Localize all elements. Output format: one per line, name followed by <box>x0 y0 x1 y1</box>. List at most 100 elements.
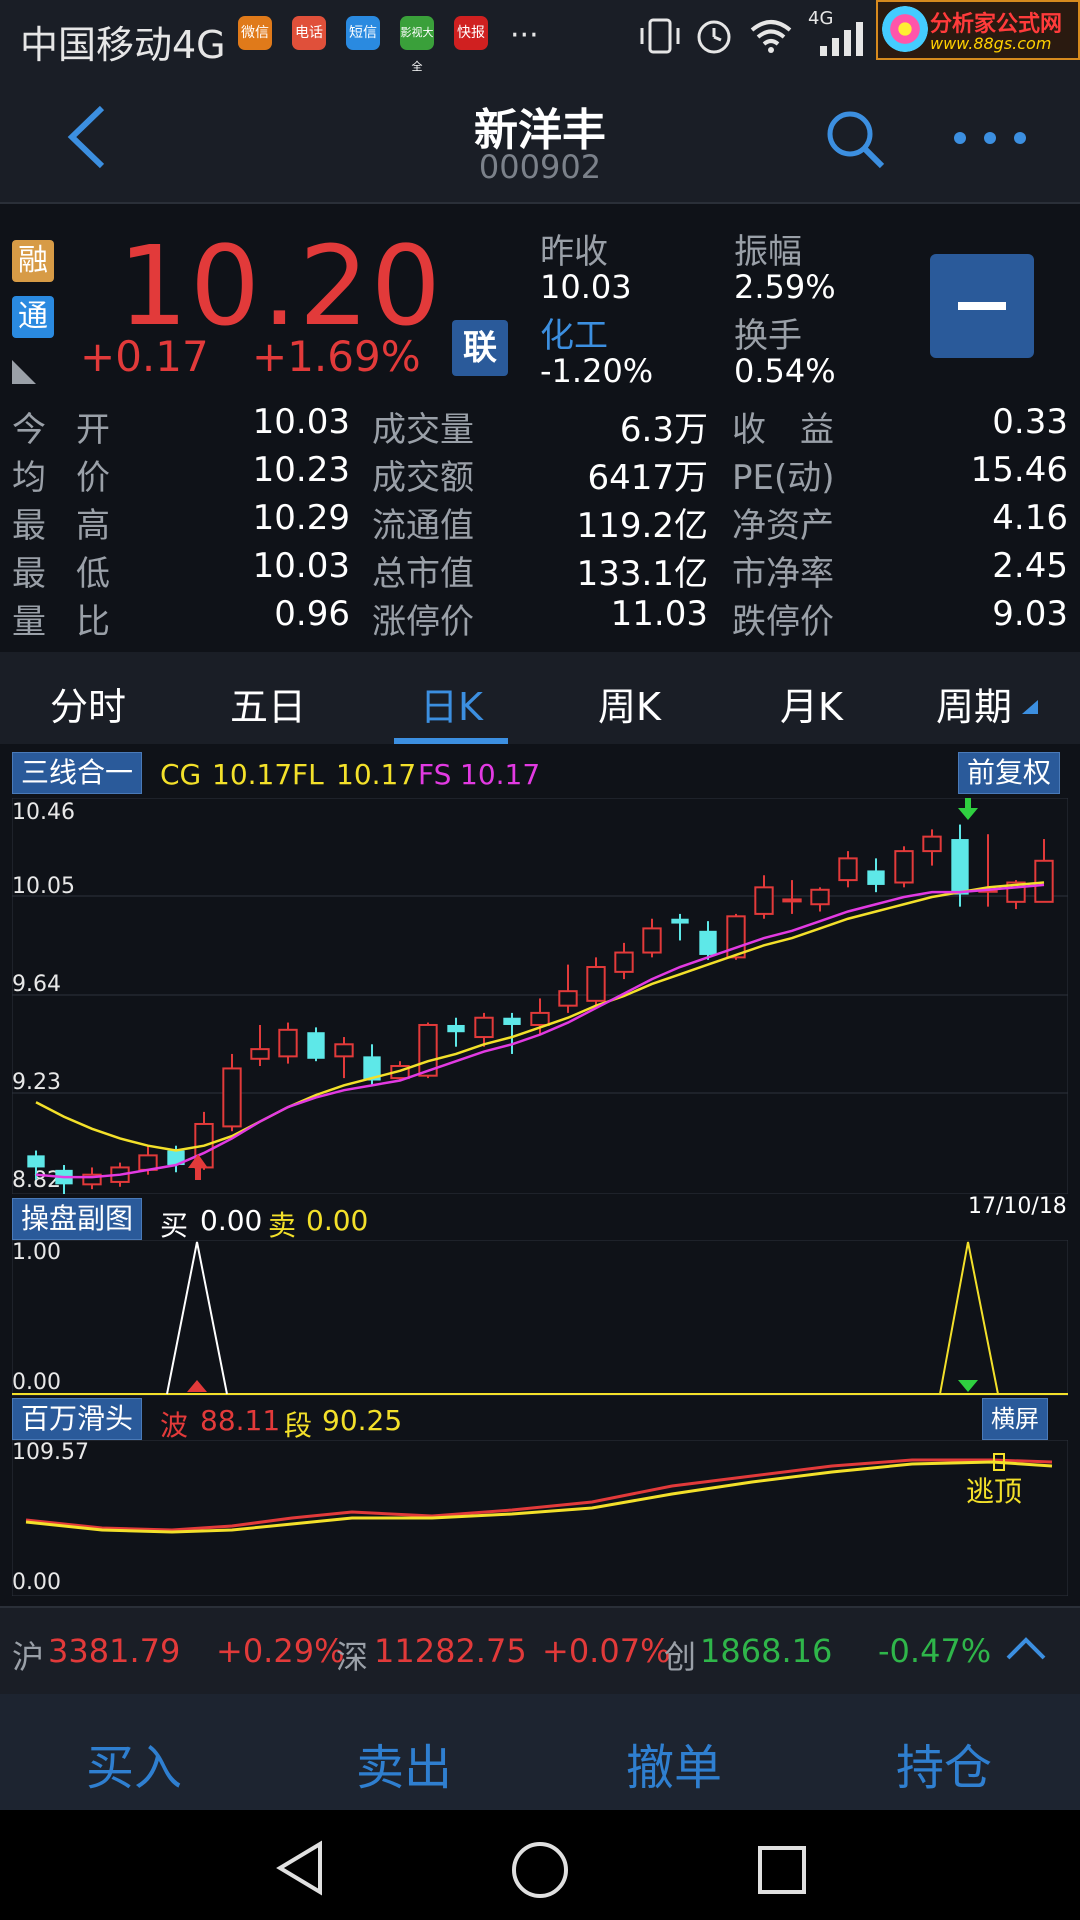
stock-code: 000902 <box>478 148 602 186</box>
sector-link[interactable]: 化工 <box>540 308 608 357</box>
candle-body <box>307 1032 325 1059</box>
metric-label: 净资产 <box>732 506 834 546</box>
sell-arrow-icon <box>958 798 978 820</box>
metric-label: 跌停价 <box>732 602 834 642</box>
fl-value: 10.17 <box>336 758 417 791</box>
buy-value: 0.00 <box>200 1204 263 1237</box>
tab-monthly-k[interactable]: 月K <box>780 676 843 731</box>
candle-body <box>27 1155 45 1168</box>
trade-action-bar: 买入 卖出 撤单 持仓 <box>0 1694 1080 1810</box>
positions-button[interactable]: 持仓 <box>896 1728 992 1798</box>
adjust-mode-button[interactable]: 前复权 <box>958 752 1061 794</box>
metric-value: 0.96 <box>274 594 350 634</box>
candle-body <box>334 1043 354 1058</box>
segment-label: 段 <box>284 1409 313 1442</box>
sh-index-label: 沪 <box>12 1638 45 1676</box>
tab-five-day[interactable]: 五日 <box>230 676 306 731</box>
missed-call-icon: 电话 <box>292 16 326 50</box>
candle-body <box>867 870 885 885</box>
escape-top-label: 逃顶 <box>966 1475 1023 1508</box>
segment-value: 90.25 <box>322 1404 403 1437</box>
carrier-name: 中国移动4G <box>20 23 226 67</box>
watermark-url: www.88gs.com <box>930 34 1052 53</box>
sub-chart[interactable] <box>12 1240 1068 1396</box>
sz-index-change: +0.07% <box>542 1632 671 1670</box>
nav-home-icon[interactable] <box>510 1840 570 1900</box>
metric-label: 最低 <box>12 554 140 594</box>
remove-watchlist-button[interactable] <box>930 254 1034 358</box>
kline-chart[interactable] <box>12 798 1068 1194</box>
candles-group <box>27 824 1054 1194</box>
app-notification-icon: 微信 <box>238 16 272 50</box>
buy-signal-spike <box>166 1241 228 1395</box>
sell-button[interactable]: 卖出 <box>356 1728 452 1798</box>
metric-label: 收 益 <box>732 410 834 450</box>
metric-label: 市净率 <box>732 554 834 594</box>
candle-body <box>474 1016 494 1039</box>
tab-daily-k[interactable]: 日K <box>420 676 483 731</box>
cancel-order-button[interactable]: 撤单 <box>626 1728 722 1798</box>
metric-value: 9.03 <box>992 594 1068 634</box>
buy-marker-icon <box>187 1380 207 1392</box>
buy-button[interactable]: 买入 <box>86 1728 182 1798</box>
tab-period[interactable]: 周期 <box>936 676 1012 731</box>
candle-body <box>894 850 914 884</box>
sell-signal-spike <box>939 1241 999 1395</box>
nav-recents-icon[interactable] <box>756 1844 808 1896</box>
sector-change: -1.20% <box>540 352 654 390</box>
candle-body <box>838 857 858 882</box>
third-indicator-label[interactable]: 百万滑头 <box>12 1398 143 1440</box>
candle-body <box>782 898 802 903</box>
main-indicator-label[interactable]: 三线合一 <box>12 752 143 794</box>
candle-body <box>726 915 746 959</box>
sz-index-value: 11282.75 <box>374 1632 527 1670</box>
price-change: +0.17 <box>80 332 209 381</box>
metric-value: 6.3万 <box>619 410 708 450</box>
metrics-row: 最低 10.03 总市值 133.1亿 市净率 2.45 <box>0 546 1080 594</box>
expand-up-icon[interactable] <box>1006 1636 1046 1662</box>
news-app-icon: 快报 <box>454 16 488 50</box>
turnover-label: 换手 <box>734 316 802 356</box>
candle-body <box>671 918 689 924</box>
price-change-pct: +1.69% <box>252 332 421 381</box>
candle-body <box>250 1048 270 1060</box>
cy-index-change: -0.47% <box>878 1632 992 1670</box>
sub-indicator-label[interactable]: 操盘副图 <box>12 1198 143 1240</box>
landscape-button[interactable]: 横屏 <box>982 1398 1048 1440</box>
candle-body <box>922 835 942 853</box>
cursor-date: 17/10/18 <box>968 1194 1067 1219</box>
signal-icon <box>820 22 863 56</box>
more-notifications-icon: ··· <box>510 18 539 53</box>
amplitude-value: 2.59% <box>734 268 836 306</box>
candle-body <box>810 888 830 906</box>
third-chart[interactable] <box>12 1440 1068 1596</box>
linked-stock-button[interactable]: 联 <box>452 320 508 376</box>
metric-label: PE(动) <box>732 458 835 498</box>
metric-value: 11.03 <box>610 594 708 634</box>
metric-value: 0.33 <box>992 402 1068 442</box>
cg-value: 10.17 <box>212 758 293 791</box>
metric-label: 均价 <box>12 458 140 498</box>
minus-icon <box>958 302 1006 310</box>
wave-value: 88.11 <box>200 1404 281 1437</box>
metric-value: 10.23 <box>252 450 350 490</box>
sell-marker-icon <box>958 1380 978 1392</box>
market-ticker[interactable]: 沪 3381.79 +0.29% 深 11282.75 +0.07% 创 186… <box>0 1606 1080 1694</box>
tab-intraday[interactable]: 分时 <box>50 676 126 731</box>
fs-value: 10.17 <box>460 758 541 791</box>
metric-label: 总市值 <box>372 554 474 594</box>
metric-value: 10.03 <box>252 402 350 442</box>
watermark-logo: 分析家公式网 www.88gs.com <box>876 0 1080 60</box>
metrics-row: 最高 10.29 流通值 119.2亿 净资产 4.16 <box>0 498 1080 546</box>
connect-badge: 通 <box>12 296 54 338</box>
video-app-icon: 影视大全 <box>400 16 434 73</box>
current-price: 10.20 <box>118 222 443 350</box>
nav-back-icon[interactable] <box>274 1840 326 1896</box>
metric-label: 涨停价 <box>372 602 474 642</box>
expand-corner-icon[interactable] <box>12 360 36 384</box>
message-icon: 短信 <box>346 16 380 50</box>
prev-close-label: 昨收 <box>540 232 608 272</box>
candle-body <box>754 886 774 915</box>
sell-value: 0.00 <box>306 1204 369 1237</box>
tab-weekly-k[interactable]: 周K <box>598 676 661 731</box>
